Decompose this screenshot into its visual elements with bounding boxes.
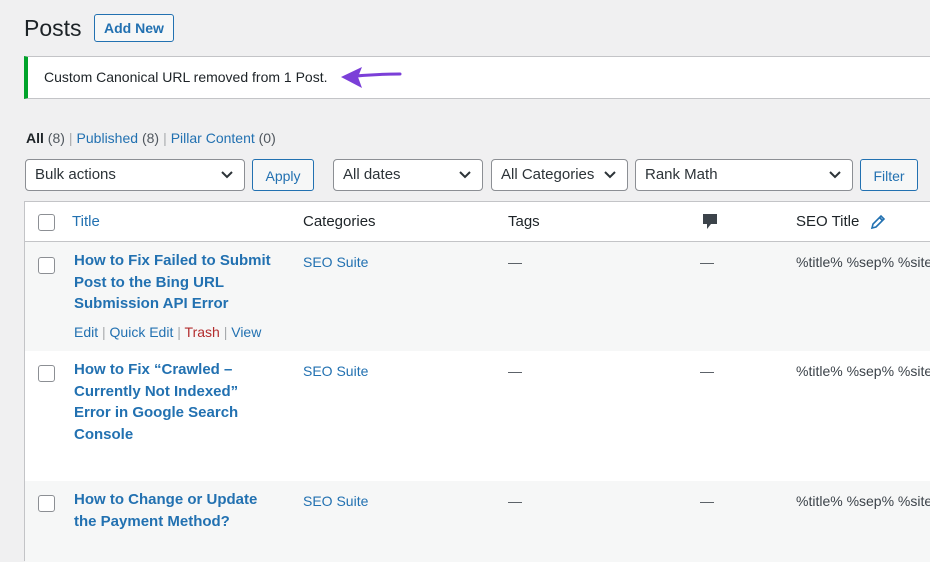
seo-title-value: %title% %sep% %site xyxy=(796,493,930,509)
filter-pillar-content[interactable]: Pillar Content xyxy=(171,130,255,146)
post-title-line: the Payment Method? xyxy=(74,512,230,530)
success-notice: Custom Canonical URL removed from 1 Post… xyxy=(24,56,930,99)
chevron-down-icon xyxy=(221,171,233,179)
action-separator: | xyxy=(223,324,228,340)
row-actions: Edit | Quick Edit | Trash | View xyxy=(74,324,261,340)
post-title-line: Error in Google Search xyxy=(74,404,239,421)
table-header: Title Categories Tags SEO Title xyxy=(25,202,930,242)
filter-all-count: (8) xyxy=(47,130,65,146)
row-checkbox[interactable] xyxy=(38,257,55,274)
column-tags: Tags xyxy=(508,213,540,230)
table-row: How to Fix “Crawled – Currently Not Inde… xyxy=(25,351,930,481)
category-link[interactable]: SEO Suite xyxy=(303,254,368,270)
category-link[interactable]: SEO Suite xyxy=(303,493,368,509)
tags-value: — xyxy=(508,493,522,509)
table-row: How to Fix Failed to Submit Post to the … xyxy=(25,242,930,351)
pencil-icon[interactable] xyxy=(870,214,886,230)
posts-table: Title Categories Tags SEO Title How to F… xyxy=(24,201,930,562)
post-title-link[interactable]: How to Fix Failed to Submit Post to the … xyxy=(74,250,294,315)
filter-published-count: (8) xyxy=(141,130,160,146)
action-separator: | xyxy=(177,324,181,340)
trash-link[interactable]: Trash xyxy=(185,324,220,340)
page-title: Posts xyxy=(24,15,82,41)
comments-value: — xyxy=(700,363,714,379)
comments-value: — xyxy=(700,493,714,509)
seo-filter-select[interactable]: Rank Math xyxy=(635,159,853,191)
quick-edit-link[interactable]: Quick Edit xyxy=(110,324,174,340)
column-title[interactable]: Title xyxy=(72,213,100,230)
filter-pillar-count: (0) xyxy=(258,130,276,146)
tags-value: — xyxy=(508,254,522,270)
seo-title-value: %title% %sep% %site xyxy=(796,254,930,270)
bulk-actions-select[interactable]: Bulk actions xyxy=(25,159,245,191)
post-title-line: Submission API Error xyxy=(74,295,229,312)
seo-filter-value: Rank Math xyxy=(645,166,718,183)
comment-icon xyxy=(703,214,717,229)
select-all-checkbox[interactable] xyxy=(38,214,55,231)
categories-select[interactable]: All Categories xyxy=(491,159,628,191)
notice-text: Custom Canonical URL removed from 1 Post… xyxy=(44,69,328,85)
post-title-line: How to Change or Update xyxy=(74,491,258,508)
categories-value: All Categories xyxy=(501,166,595,183)
table-row: How to Change or Update the Payment Meth… xyxy=(25,481,930,562)
seo-title-value: %title% %sep% %site xyxy=(796,363,930,379)
post-title-line: How to Fix “Crawled – xyxy=(74,361,233,378)
row-checkbox[interactable] xyxy=(38,495,55,512)
chevron-down-icon xyxy=(604,171,616,179)
action-separator: | xyxy=(102,324,106,340)
comments-value: — xyxy=(700,254,714,270)
add-new-button[interactable]: Add New xyxy=(94,14,174,42)
row-checkbox[interactable] xyxy=(38,365,55,382)
annotation-arrow-icon xyxy=(341,67,402,88)
post-title-line: Post to the Bing URL xyxy=(74,273,224,291)
filter-button[interactable]: Filter xyxy=(860,159,918,191)
filter-all[interactable]: All xyxy=(26,130,44,146)
tags-value: — xyxy=(508,363,522,379)
dates-select[interactable]: All dates xyxy=(333,159,483,191)
edit-link[interactable]: Edit xyxy=(74,324,98,340)
chevron-down-icon xyxy=(829,171,841,179)
filter-published[interactable]: Published xyxy=(77,130,139,146)
column-categories: Categories xyxy=(303,213,376,230)
post-title-link[interactable]: How to Change or Update the Payment Meth… xyxy=(74,489,294,532)
view-link[interactable]: View xyxy=(231,324,261,340)
post-title-line: Currently Not Indexed” xyxy=(74,382,239,400)
post-title-line: How to Fix Failed to Submit xyxy=(74,252,271,269)
apply-button[interactable]: Apply xyxy=(252,159,314,191)
post-title-link[interactable]: How to Fix “Crawled – Currently Not Inde… xyxy=(74,359,294,445)
post-title-line: Console xyxy=(74,425,134,443)
chevron-down-icon xyxy=(459,171,471,179)
bulk-actions-value: Bulk actions xyxy=(35,166,116,183)
status-filters: All (8) | Published (8) | Pillar Content (0) xyxy=(26,130,276,146)
dates-value: All dates xyxy=(343,166,401,183)
column-seo-title: SEO Title xyxy=(796,213,860,230)
category-link[interactable]: SEO Suite xyxy=(303,363,368,379)
